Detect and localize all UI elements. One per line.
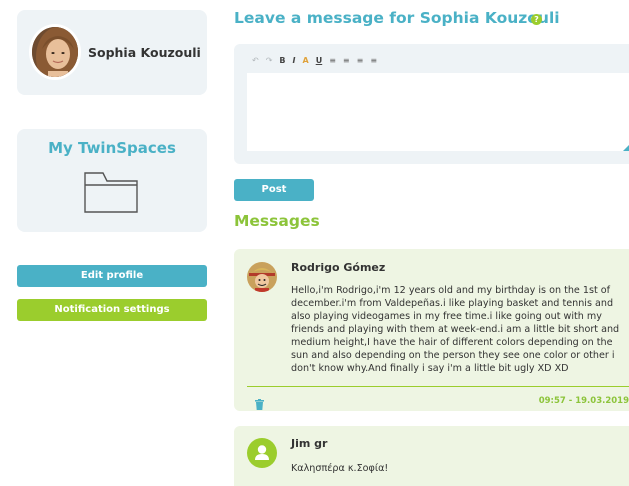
message-timestamp: 09:57 - 19.03.2019 xyxy=(538,396,629,406)
leave-message-title: Leave a message for Sophia Kouzouli xyxy=(234,9,560,27)
resize-handle-icon[interactable] xyxy=(623,145,629,151)
message-textarea[interactable] xyxy=(247,73,629,151)
profile-name: Sophia Kouzouli xyxy=(88,45,201,60)
text-color-icon[interactable]: A xyxy=(303,55,309,67)
undo-icon[interactable]: ↶ xyxy=(252,55,259,67)
trash-icon[interactable] xyxy=(255,395,264,414)
message-author[interactable]: Rodrigo Gómez xyxy=(291,261,385,274)
editor-toolbar: ↶ ↷ B I A U ≡ ≡ ≡ ≡ xyxy=(252,55,384,67)
message-item: Rodrigo Gómez Hello,i'm Rodrigo,i'm 12 y… xyxy=(234,249,629,411)
messages-title: Messages xyxy=(234,212,320,230)
profile-page: Sophia Kouzouli My TwinSpaces Edit profi… xyxy=(0,0,629,486)
underline-icon[interactable]: U xyxy=(316,55,323,67)
align-left-icon[interactable]: ≡ xyxy=(329,55,336,67)
avatar[interactable] xyxy=(247,262,277,292)
align-center-icon[interactable]: ≡ xyxy=(343,55,350,67)
twinspaces-title[interactable]: My TwinSpaces xyxy=(17,139,207,157)
message-body: Καλησπέρα κ.Σοφία! xyxy=(291,463,389,474)
message-divider xyxy=(247,386,629,387)
avatar[interactable] xyxy=(29,24,81,80)
folder-icon[interactable] xyxy=(83,169,139,219)
align-justify-icon[interactable]: ≡ xyxy=(370,55,377,67)
profile-card: Sophia Kouzouli xyxy=(17,10,207,95)
edit-profile-button[interactable]: Edit profile xyxy=(17,265,207,287)
twinspaces-card: My TwinSpaces xyxy=(17,129,207,232)
message-author[interactable]: Jim gr xyxy=(291,437,327,450)
user-icon[interactable] xyxy=(247,438,277,468)
help-icon[interactable]: ? xyxy=(531,14,542,25)
italic-icon[interactable]: I xyxy=(293,55,296,67)
bold-icon[interactable]: B xyxy=(279,55,285,67)
align-right-icon[interactable]: ≡ xyxy=(357,55,364,67)
post-button[interactable]: Post xyxy=(234,179,314,201)
redo-icon[interactable]: ↷ xyxy=(266,55,273,67)
notification-settings-button[interactable]: Notification settings xyxy=(17,299,207,321)
message-editor: ↶ ↷ B I A U ≡ ≡ ≡ ≡ xyxy=(234,44,629,164)
message-item: Jim gr Καλησπέρα κ.Σοφία! xyxy=(234,426,629,486)
message-body: Hello,i'm Rodrigo,i'm 12 years old and m… xyxy=(291,285,620,374)
